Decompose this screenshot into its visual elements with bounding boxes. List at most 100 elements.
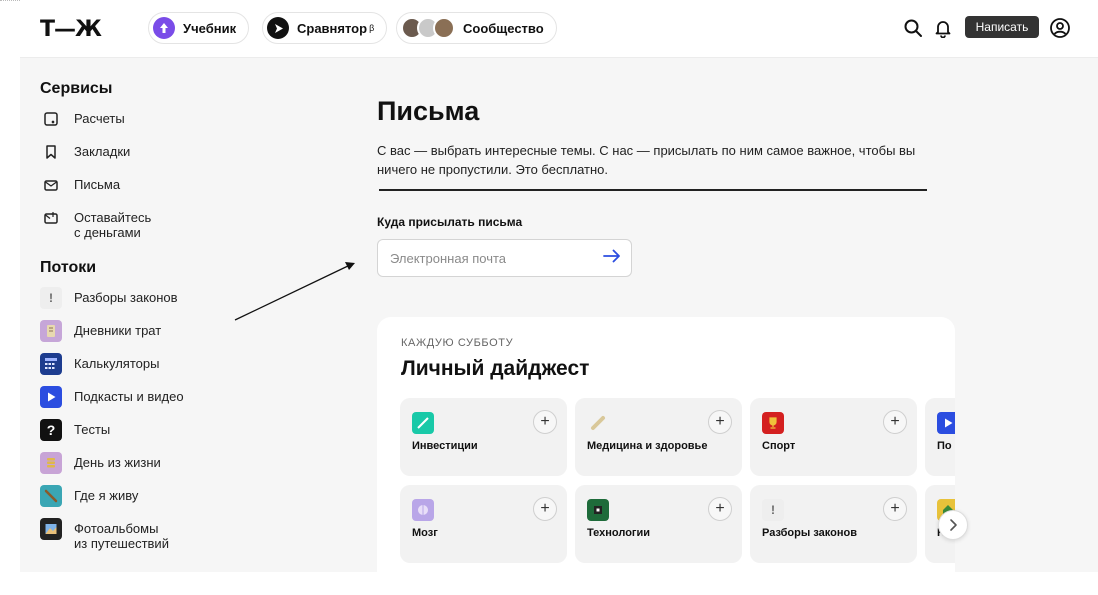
- search-icon[interactable]: [901, 16, 925, 40]
- sidebar-item-law-reviews[interactable]: ! Разборы законов: [40, 287, 340, 320]
- email-field-container: [377, 239, 632, 277]
- carousel-next-button[interactable]: [938, 510, 968, 540]
- sidebar-item-label: Разборы законов: [74, 290, 178, 305]
- sidebar-item-label: Калькуляторы: [74, 356, 160, 371]
- nav-pill-label: Учебник: [183, 20, 237, 36]
- up-arrow-icon: [153, 17, 175, 39]
- sidebar-item-spending-diaries[interactable]: Дневники трат: [40, 320, 340, 353]
- diary-icon: [40, 320, 62, 342]
- user-icon[interactable]: [1048, 16, 1072, 40]
- page: Т—Ж Учебник Сравнятор β Сообщество Напис…: [20, 0, 1098, 572]
- sidebar-item-label: Расчеты: [74, 111, 125, 126]
- sidebar-item-where-i-live[interactable]: Где я живу: [40, 485, 340, 518]
- mail-icon: [40, 174, 62, 196]
- investments-icon: [412, 412, 434, 434]
- play-triangle-icon: [267, 17, 289, 39]
- top-bar: Т—Ж Учебник Сравнятор β Сообщество Напис…: [20, 0, 1098, 58]
- write-button[interactable]: Написать: [965, 16, 1039, 38]
- divider: [379, 189, 927, 191]
- digest-frequency: КАЖДУЮ СУББОТУ: [401, 337, 514, 349]
- sidebar-item-photo-albums[interactable]: Фотоальбомы из путешествий: [40, 518, 340, 570]
- sidebar-item-label: Тесты: [74, 422, 111, 437]
- topic-card-technology[interactable]: + Технологии: [575, 485, 742, 563]
- services-heading: Сервисы: [40, 80, 113, 97]
- add-topic-button[interactable]: +: [533, 410, 557, 434]
- coins-icon: [40, 452, 62, 474]
- add-topic-button[interactable]: +: [883, 497, 907, 521]
- topic-card-brain[interactable]: + Мозг: [400, 485, 567, 563]
- sidebar-item-calculators[interactable]: Калькуляторы: [40, 353, 340, 386]
- topic-card-medicine[interactable]: + Медицина и здоровье: [575, 398, 742, 476]
- sidebar-item-label: Письма: [74, 177, 121, 192]
- sidebar: Сервисы Расчеты Закладки Письма Оставайт…: [40, 80, 340, 570]
- topic-card-sport[interactable]: + Спорт: [750, 398, 917, 476]
- sidebar-item-day-in-life[interactable]: День из жизни: [40, 452, 340, 485]
- nav-pill-textbook[interactable]: Учебник: [148, 12, 250, 44]
- add-topic-button[interactable]: +: [708, 497, 732, 521]
- calculations-icon: [40, 108, 62, 130]
- label-line-1: Оставайтесь: [74, 210, 152, 225]
- wallet-mail-icon: [40, 207, 62, 229]
- topic-name: По: [937, 440, 952, 452]
- site-logo[interactable]: Т—Ж: [40, 17, 102, 42]
- email-label: Куда присылать письма: [377, 215, 523, 229]
- location-icon: [40, 485, 62, 507]
- topic-card-law-reviews[interactable]: ! + Разборы законов: [750, 485, 917, 563]
- email-field[interactable]: [390, 250, 590, 266]
- topic-name: Технологии: [587, 527, 651, 539]
- nav-pill-label: Сообщество: [463, 20, 544, 36]
- sidebar-item-label: Подкасты и видео: [74, 389, 184, 404]
- sidebar-item-label: Фотоальбомы из путешествий: [74, 518, 169, 551]
- nav-pill-comparator[interactable]: Сравнятор β: [262, 12, 388, 44]
- bookmark-icon: [40, 141, 62, 163]
- topic-name: Спорт: [762, 440, 796, 452]
- intro-text: С вас — выбрать интересные темы. С нас —…: [377, 143, 916, 177]
- streams-heading: Потоки: [40, 259, 97, 276]
- sidebar-item-bookmarks[interactable]: Закладки: [40, 141, 340, 174]
- topic-name: Мозг: [412, 527, 438, 539]
- topic-name: Инвестиции: [412, 440, 478, 452]
- add-topic-button[interactable]: +: [533, 497, 557, 521]
- topic-name: Разборы законов: [762, 527, 857, 539]
- screenshot-frame: Т—Ж Учебник Сравнятор β Сообщество Напис…: [0, 0, 1098, 595]
- play-icon: [40, 386, 62, 408]
- chevron-right-icon: [950, 519, 957, 531]
- bell-icon[interactable]: [931, 16, 955, 40]
- sidebar-item-label: Закладки: [74, 144, 131, 159]
- nav-pill-label: Сравнятор: [297, 20, 368, 36]
- sidebar-item-label: День из жизни: [74, 455, 161, 470]
- digest-card: КАЖДУЮ СУББОТУ Личный дайджест + Инвести…: [377, 317, 955, 572]
- brain-icon: [412, 499, 434, 521]
- pill-icon: [587, 412, 609, 434]
- chip-icon: [587, 499, 609, 521]
- sidebar-item-label: Дневники трат: [74, 323, 162, 338]
- calculator-icon: [40, 353, 62, 375]
- add-topic-button[interactable]: +: [708, 410, 732, 434]
- beta-mark: β: [369, 23, 375, 33]
- topic-card-podcasts[interactable]: По: [925, 398, 955, 476]
- nav-pill-community[interactable]: Сообщество: [396, 12, 557, 44]
- topic-card-investments[interactable]: + Инвестиции: [400, 398, 567, 476]
- sidebar-item-stay-with-money[interactable]: Оставайтесь с деньгами: [40, 207, 340, 259]
- main-content: Письма С вас — выбрать интересные темы. …: [377, 80, 957, 277]
- sidebar-item-tests[interactable]: ? Тесты: [40, 419, 340, 452]
- label-line-1: Фотоальбомы: [74, 521, 159, 536]
- digest-title: Личный дайджест: [401, 357, 590, 380]
- sidebar-item-podcasts-video[interactable]: Подкасты и видео: [40, 386, 340, 419]
- question-icon: ?: [40, 419, 62, 441]
- avatar: [433, 17, 455, 39]
- add-topic-button[interactable]: +: [883, 410, 907, 434]
- label-line-2: из путешествий: [74, 536, 169, 551]
- sidebar-item-calculations[interactable]: Расчеты: [40, 108, 340, 141]
- submit-arrow-icon[interactable]: [603, 249, 621, 268]
- exclamation-icon: !: [40, 287, 62, 309]
- label-line-2: с деньгами: [74, 225, 141, 240]
- play-icon: [937, 412, 955, 434]
- photo-album-icon: [40, 518, 62, 540]
- avatar-group-icon: [401, 17, 455, 39]
- exclamation-icon: !: [762, 499, 784, 521]
- topic-name: Медицина и здоровье: [587, 440, 708, 452]
- sidebar-item-letters[interactable]: Письма: [40, 174, 340, 207]
- sidebar-item-label: Где я живу: [74, 488, 139, 503]
- sidebar-item-label: Оставайтесь с деньгами: [74, 207, 151, 240]
